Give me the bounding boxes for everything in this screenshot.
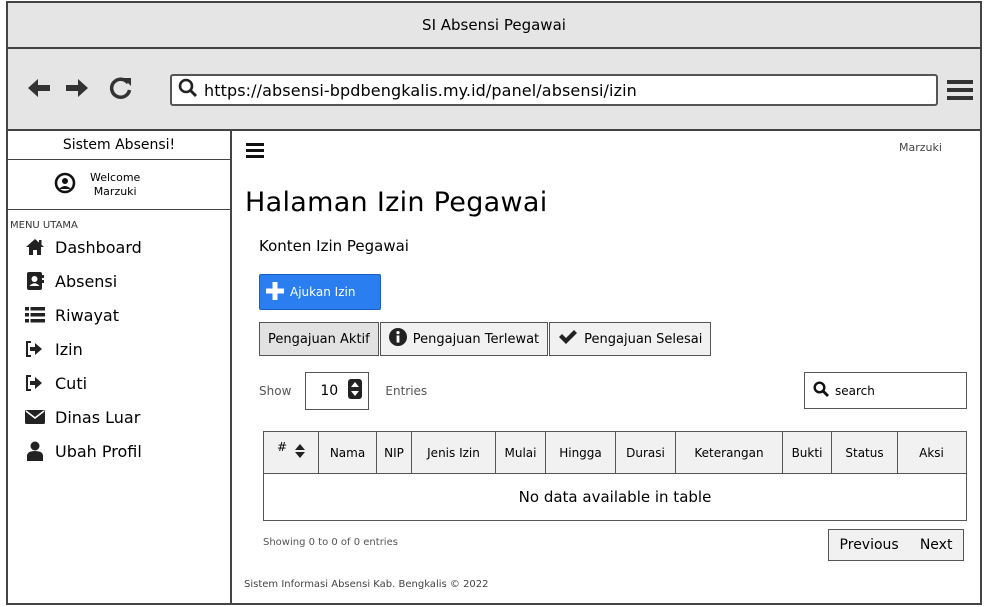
sidebar: Sistem Absensi! Welcome Marzuki MENU UTA… [8,131,232,605]
sign-in-icon [25,339,45,359]
column-header-number[interactable]: # [264,432,319,473]
address-bar[interactable]: https://absensi-bpdbengkalis.my.id/panel… [170,74,938,106]
sidebar-item-label: Izin [55,339,83,359]
tab-label: Pengajuan Aktif [268,331,370,347]
column-header-aksi[interactable]: Aksi [898,432,965,473]
tab-pengajuan-aktif[interactable]: Pengajuan Aktif [259,322,379,356]
entries-value[interactable]: 10 [320,383,338,399]
stepper-arrows-icon[interactable] [348,379,363,403]
sidebar-item-label: Cuti [55,373,88,393]
check-icon [558,329,578,349]
izin-table: # Nama NIP Jenis Izin Mulai Hingga Duras… [263,431,967,521]
section-title: Konten Izin Pegawai [259,237,409,255]
sidebar-item-label: Riwayat [55,305,119,325]
tab-pengajuan-terlewat[interactable]: Pengajuan Terlewat [379,322,549,356]
page-title: Halaman Izin Pegawai [245,187,548,218]
url-text[interactable]: https://absensi-bpdbengkalis.my.id/panel… [204,81,637,100]
previous-button[interactable]: Previous [840,537,899,553]
forward-icon[interactable] [62,73,92,103]
tab-pengajuan-selesai[interactable]: Pengajuan Selesai [549,322,712,356]
table-search-input[interactable]: search [804,372,967,409]
search-placeholder[interactable]: search [835,384,875,398]
column-header-status[interactable]: Status [832,432,898,473]
sign-in-icon [25,373,45,393]
window-titlebar: SI Absensi Pegawai [8,3,980,49]
user-icon [25,441,45,461]
sidebar-item-absensi[interactable]: Absensi [8,264,230,298]
tab-label: Pengajuan Selesai [584,331,703,347]
sidebar-title: Sistem Absensi! [8,131,230,160]
table-info: Showing 0 to 0 of 0 entries [263,537,398,548]
sidebar-item-riwayat[interactable]: Riwayat [8,298,230,332]
show-label: Show [259,384,292,398]
next-button[interactable]: Next [920,537,953,553]
user-avatar-icon [54,172,76,198]
column-header-nip[interactable]: NIP [377,432,412,473]
sidebar-item-izin[interactable]: Izin [8,332,230,366]
envelope-icon [25,407,45,427]
column-header-durasi[interactable]: Durasi [616,432,676,473]
welcome-label: Welcome [90,170,141,184]
sort-icon[interactable] [295,444,306,461]
sidebar-item-label: Ubah Profil [55,441,142,461]
ajukan-izin-button[interactable]: Ajukan Izin [259,274,381,310]
entries-stepper[interactable]: 10 [305,372,370,410]
sidebar-item-label: Absensi [55,271,118,291]
footer-text: Sistem Informasi Absensi Kab. Bengkalis … [244,579,489,590]
back-icon[interactable] [24,73,54,103]
tab-label: Pengajuan Terlewat [412,331,540,347]
home-icon [25,237,45,257]
browser-menu-icon[interactable] [946,75,974,105]
sidebar-item-dashboard[interactable]: Dashboard [8,230,230,264]
column-header-bukti[interactable]: Bukti [783,432,832,473]
sidebar-item-ubah-profil[interactable]: Ubah Profil [8,434,230,468]
table-header: # Nama NIP Jenis Izin Mulai Hingga Duras… [264,432,966,474]
column-header-hingga[interactable]: Hingga [546,432,616,473]
status-tabs: Pengajuan Aktif Pengajuan Terlewat Penga… [259,322,712,356]
window-title: SI Absensi Pegawai [422,16,566,34]
info-icon [388,328,407,350]
column-header-nama[interactable]: Nama [319,432,377,473]
sidebar-item-dinas-luar[interactable]: Dinas Luar [8,400,230,434]
sidebar-item-label: Dashboard [55,237,142,257]
column-header-mulai[interactable]: Mulai [496,432,546,473]
entries-label: Entries [385,384,428,398]
browser-toolbar: https://absensi-bpdbengkalis.my.id/panel… [8,49,980,131]
pagination: Previous Next [828,529,964,561]
plus-icon [266,281,284,303]
column-header-keterangan[interactable]: Keterangan [676,432,783,473]
browser-window: SI Absensi Pegawai https://absensi-bpdbe… [6,1,982,605]
contact-book-icon [25,271,45,291]
search-icon [813,381,829,400]
ajukan-izin-label: Ajukan Izin [290,285,356,299]
table-empty-row: No data available in table [518,488,712,506]
search-icon [178,78,198,102]
entries-control: Show 10 Entries [259,371,427,411]
main-content: Marzuki Halaman Izin Pegawai Konten Izin… [234,131,982,605]
reload-icon[interactable] [106,73,136,103]
header-user-name[interactable]: Marzuki [899,141,942,154]
welcome-panel: Welcome Marzuki [8,160,230,210]
list-icon [25,305,45,325]
hamburger-icon[interactable] [246,143,264,158]
sidebar-item-cuti[interactable]: Cuti [8,366,230,400]
welcome-user: Marzuki [93,184,137,198]
column-header-jenis-izin[interactable]: Jenis Izin [412,432,496,473]
sidebar-item-label: Dinas Luar [55,407,141,427]
